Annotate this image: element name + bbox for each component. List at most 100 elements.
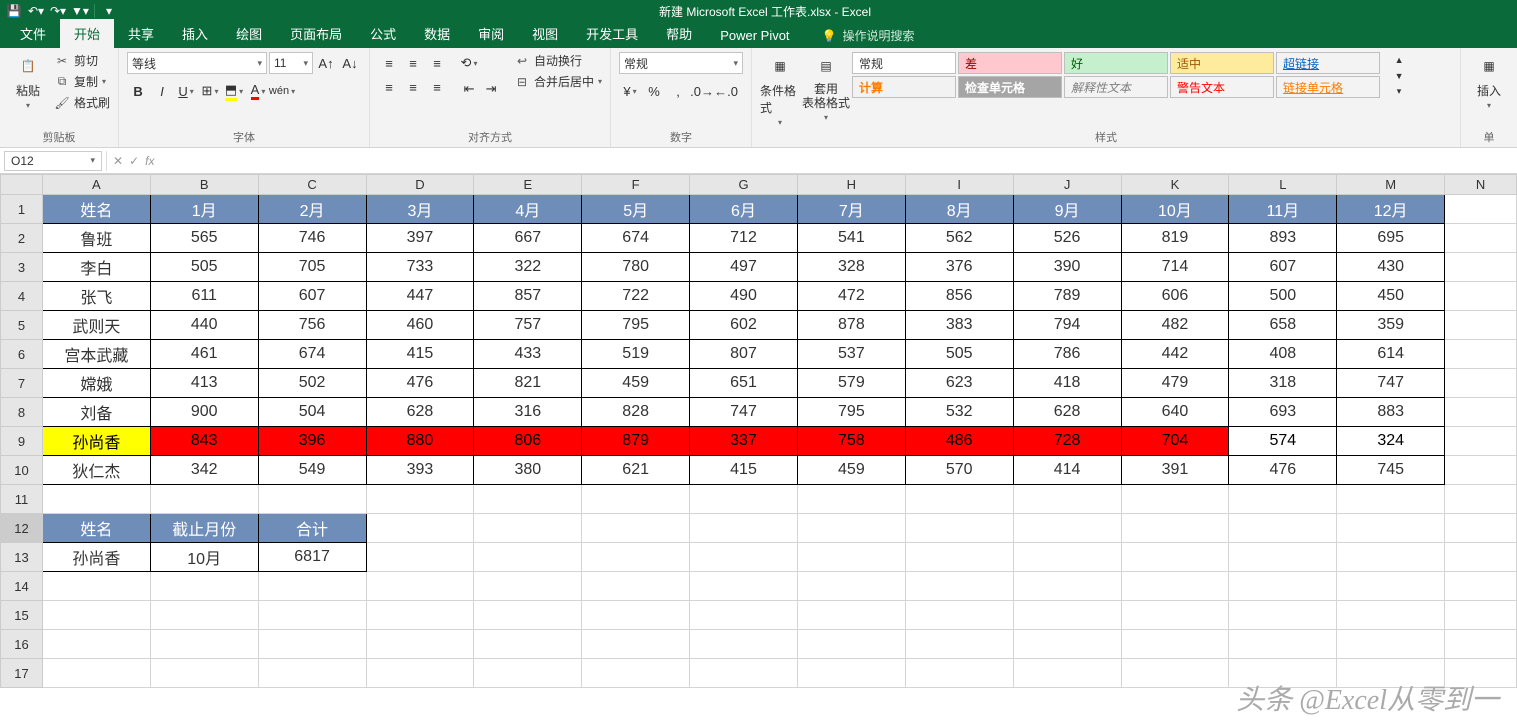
- filter-icon[interactable]: ▼▾: [70, 2, 90, 20]
- cell[interactable]: [150, 601, 258, 630]
- tab-layout[interactable]: 页面布局: [276, 19, 356, 48]
- cell[interactable]: [258, 601, 366, 630]
- cell[interactable]: 9月: [1013, 195, 1121, 224]
- cell[interactable]: 318: [1229, 369, 1337, 398]
- row-header[interactable]: 14: [1, 572, 43, 601]
- cell[interactable]: [1229, 514, 1337, 543]
- cell[interactable]: [1121, 601, 1229, 630]
- paste-button[interactable]: 📋 粘贴 ▾: [8, 52, 48, 110]
- cell[interactable]: 376: [905, 253, 1013, 282]
- cell[interactable]: 390: [1013, 253, 1121, 282]
- col-header[interactable]: G: [690, 175, 798, 195]
- tab-view[interactable]: 视图: [518, 19, 572, 48]
- wrap-text-button[interactable]: ↩自动换行: [514, 52, 602, 69]
- cell[interactable]: 795: [797, 398, 905, 427]
- cell[interactable]: [1337, 601, 1445, 630]
- row-header[interactable]: 13: [1, 543, 43, 572]
- cell[interactable]: 324: [1337, 427, 1445, 456]
- col-header[interactable]: B: [150, 175, 258, 195]
- increase-font-icon[interactable]: A↑: [315, 52, 337, 74]
- cell[interactable]: 482: [1121, 311, 1229, 340]
- cell[interactable]: 3月: [366, 195, 474, 224]
- cell[interactable]: [1121, 543, 1229, 572]
- cell[interactable]: [366, 572, 474, 601]
- cell[interactable]: 821: [474, 369, 582, 398]
- cell[interactable]: 391: [1121, 456, 1229, 485]
- row-header[interactable]: 4: [1, 282, 43, 311]
- cell[interactable]: 397: [366, 224, 474, 253]
- conditional-format-button[interactable]: ▦条件格式▾: [760, 52, 800, 127]
- cell[interactable]: [258, 659, 366, 688]
- cell[interactable]: [1121, 630, 1229, 659]
- cell[interactable]: [690, 601, 798, 630]
- italic-button[interactable]: I: [151, 80, 173, 102]
- cell[interactable]: 328: [797, 253, 905, 282]
- cell[interactable]: 442: [1121, 340, 1229, 369]
- cell[interactable]: 504: [258, 398, 366, 427]
- cell[interactable]: 383: [905, 311, 1013, 340]
- cell[interactable]: [42, 630, 150, 659]
- merge-center-button[interactable]: ⊟合并后居中▾: [514, 73, 602, 90]
- cell[interactable]: 621: [582, 456, 690, 485]
- cell[interactable]: 狄仁杰: [42, 456, 150, 485]
- style-calc[interactable]: 计算: [852, 76, 956, 98]
- cell[interactable]: 476: [1229, 456, 1337, 485]
- row-header[interactable]: 3: [1, 253, 43, 282]
- cell[interactable]: 李白: [42, 253, 150, 282]
- cell[interactable]: 819: [1121, 224, 1229, 253]
- cell[interactable]: 322: [474, 253, 582, 282]
- cell[interactable]: 602: [690, 311, 798, 340]
- cell[interactable]: [1445, 543, 1517, 572]
- cell[interactable]: [797, 485, 905, 514]
- cell[interactable]: [582, 485, 690, 514]
- cell[interactable]: [1337, 572, 1445, 601]
- cell[interactable]: 505: [150, 253, 258, 282]
- cell[interactable]: 486: [905, 427, 1013, 456]
- cell[interactable]: [1337, 514, 1445, 543]
- cell[interactable]: [1337, 543, 1445, 572]
- cut-button[interactable]: ✂剪切: [54, 52, 110, 69]
- style-check[interactable]: 检查单元格: [958, 76, 1062, 98]
- cell[interactable]: [905, 630, 1013, 659]
- col-header[interactable]: M: [1337, 175, 1445, 195]
- cell[interactable]: 728: [1013, 427, 1121, 456]
- orientation-icon[interactable]: ⟲: [458, 52, 480, 74]
- cell[interactable]: 607: [258, 282, 366, 311]
- indent-decrease-icon[interactable]: ⇤: [458, 78, 480, 100]
- tab-powerpivot[interactable]: Power Pivot: [706, 23, 803, 48]
- cell[interactable]: 606: [1121, 282, 1229, 311]
- align-left-icon[interactable]: ≡: [378, 76, 400, 98]
- cell[interactable]: 408: [1229, 340, 1337, 369]
- fill-color-button[interactable]: ⬒: [223, 80, 245, 102]
- row-header[interactable]: 7: [1, 369, 43, 398]
- cell[interactable]: 806: [474, 427, 582, 456]
- cell[interactable]: [690, 572, 798, 601]
- cell[interactable]: 490: [690, 282, 798, 311]
- cell[interactable]: [1229, 630, 1337, 659]
- cell[interactable]: 537: [797, 340, 905, 369]
- undo-icon[interactable]: ↶▾: [26, 2, 46, 20]
- save-icon[interactable]: 💾: [4, 2, 24, 20]
- name-box[interactable]: O12▾: [4, 151, 102, 171]
- cell[interactable]: 433: [474, 340, 582, 369]
- cell[interactable]: [1013, 543, 1121, 572]
- cell[interactable]: [1013, 630, 1121, 659]
- select-all-corner[interactable]: [1, 175, 43, 195]
- cell[interactable]: [258, 572, 366, 601]
- cell[interactable]: [905, 485, 1013, 514]
- redo-icon[interactable]: ↷▾: [48, 2, 68, 20]
- cell[interactable]: [905, 659, 1013, 688]
- cell[interactable]: 789: [1013, 282, 1121, 311]
- styles-down-icon[interactable]: ▼: [1388, 68, 1410, 83]
- cell[interactable]: 674: [582, 224, 690, 253]
- cell[interactable]: [42, 572, 150, 601]
- bold-button[interactable]: B: [127, 80, 149, 102]
- row-header[interactable]: 5: [1, 311, 43, 340]
- cell[interactable]: [258, 485, 366, 514]
- row-header[interactable]: 6: [1, 340, 43, 369]
- cell[interactable]: 505: [905, 340, 1013, 369]
- cell[interactable]: [366, 630, 474, 659]
- cell[interactable]: [474, 514, 582, 543]
- cell[interactable]: 1月: [150, 195, 258, 224]
- cell[interactable]: 嫦娥: [42, 369, 150, 398]
